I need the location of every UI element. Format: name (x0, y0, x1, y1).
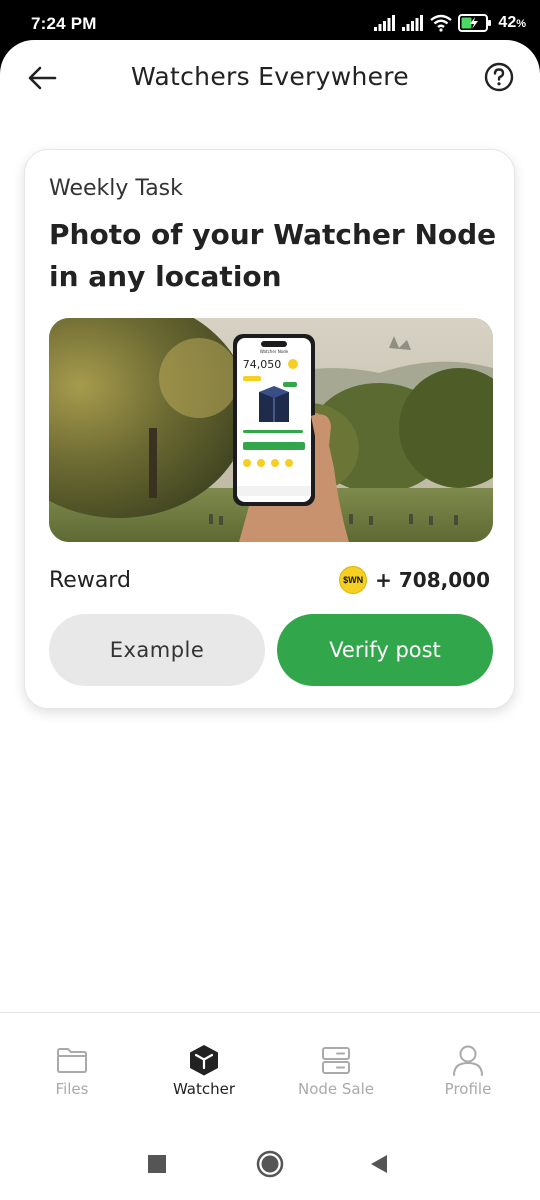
battery-percent: 42% (498, 14, 526, 31)
system-navigation-bar (0, 1128, 540, 1200)
verify-post-button[interactable]: Verify post (277, 614, 493, 686)
signal-icon (374, 15, 396, 31)
nav-label-node-sale: Node Sale (297, 1080, 375, 1098)
task-title: Photo of your Watcher Node in any locati… (49, 218, 497, 293)
cube-icon (190, 1045, 218, 1076)
example-button[interactable]: Example (49, 614, 265, 686)
circle-home-icon (256, 1150, 284, 1178)
task-card: Weekly Task Photo of your Watcher Node i… (24, 149, 515, 709)
reward-label: Reward (49, 568, 131, 593)
home-button[interactable] (255, 1149, 285, 1179)
phone-balance-text: 74,050 (243, 358, 282, 371)
nav-label-profile: Profile (444, 1080, 492, 1098)
status-time: 7:24 PM (31, 14, 97, 33)
back-nav-button[interactable] (365, 1150, 393, 1178)
nav-item-watcher[interactable]: Watcher (138, 1013, 270, 1129)
square-icon (148, 1155, 166, 1173)
nav-item-profile[interactable]: Profile (402, 1013, 534, 1129)
phone-screen: 7:24 PM 42% Watchers Everywhere Weekly T… (0, 0, 540, 1200)
folder-icon (57, 1048, 87, 1073)
task-label: Weekly Task (49, 176, 183, 201)
svg-text:Watcher Node: Watcher Node (260, 349, 289, 354)
wifi-icon (430, 14, 453, 32)
nav-label-watcher: Watcher (172, 1080, 236, 1098)
status-icons: 42% (374, 14, 526, 32)
nav-item-node-sale[interactable]: Node Sale (270, 1013, 402, 1129)
bottom-nav: Files Watcher Node Sale Profile (0, 1012, 540, 1128)
recent-apps-button[interactable] (143, 1150, 171, 1178)
page-title: Watchers Everywhere (131, 62, 409, 91)
app-content: Watchers Everywhere Weekly Task Photo of… (0, 40, 540, 1128)
signal-icon-2 (402, 15, 424, 31)
app-header: Watchers Everywhere (0, 40, 540, 116)
help-button[interactable] (484, 62, 514, 92)
question-circle-icon (484, 62, 514, 92)
wn-coin-icon: $WN (339, 566, 368, 594)
nav-label-files: Files (55, 1080, 89, 1098)
nav-item-files[interactable]: Files (6, 1013, 138, 1129)
user-icon (453, 1045, 483, 1076)
park-photo-illustration: Watcher Node 74,050 (49, 318, 493, 542)
task-example-image: Watcher Node 74,050 (49, 318, 493, 542)
battery-icon (458, 14, 492, 32)
reward-value: $WN + 708,000 (339, 566, 490, 594)
server-icon (322, 1047, 350, 1074)
reward-amount: + 708,000 (375, 568, 490, 592)
triangle-back-icon (371, 1155, 387, 1173)
